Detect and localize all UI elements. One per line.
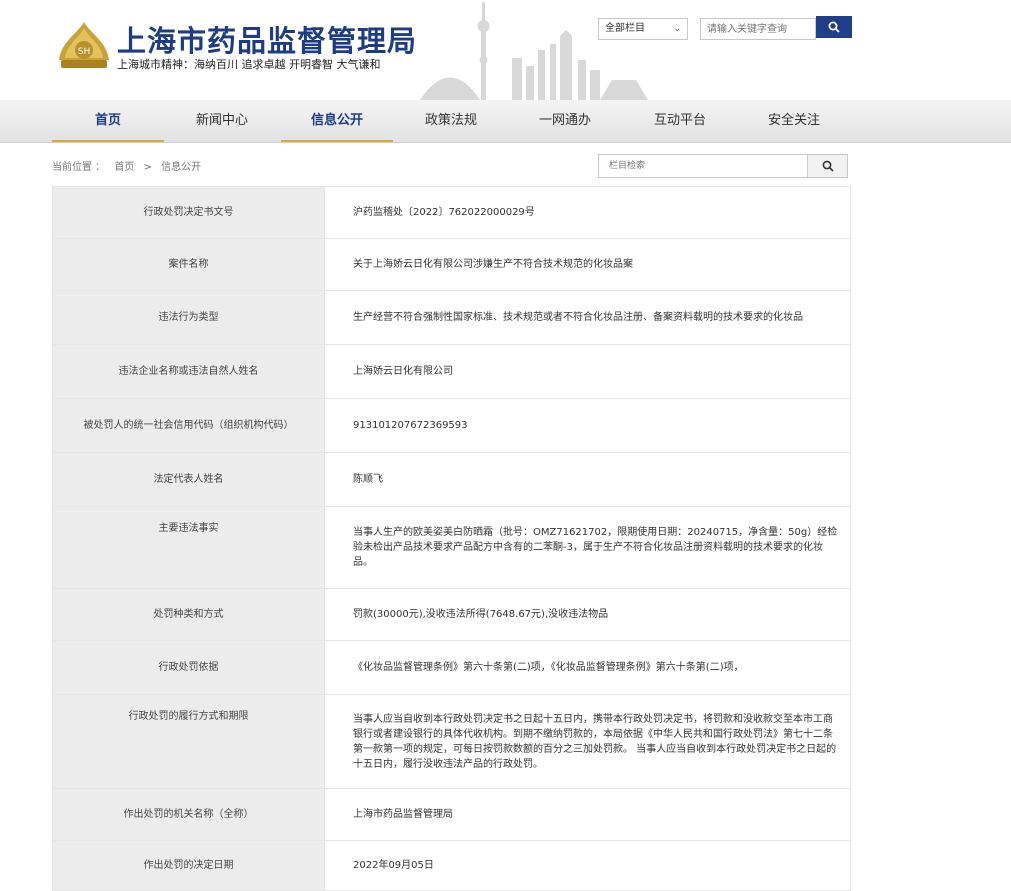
nav-item-safety[interactable]: 安全关注 [738, 100, 850, 142]
row-label: 作出处罚的机关名称（全称） [52, 788, 325, 841]
row-value: 当事人生产的欧美姿美白防晒霜（批号：OMZ71621702，限期使用日期：202… [324, 506, 851, 589]
svg-text:SH: SH [78, 47, 90, 57]
row-label: 法定代表人姓名 [52, 452, 325, 507]
search-icon [822, 160, 834, 172]
row-value: 罚款(30000元),没收违法所得(7648.67元),没收违法物品 [324, 588, 851, 641]
table-row: 作出处罚的机关名称（全称） 上海市药品监督管理局 [52, 788, 851, 841]
row-label: 被处罚人的统一社会信用代码（组织机构代码） [52, 398, 325, 453]
nav-item-info-disclosure[interactable]: 信息公开 [281, 100, 393, 142]
row-value: 2022年09月05日 [324, 840, 851, 891]
agency-emblem-icon[interactable]: SH [55, 20, 113, 70]
row-label: 违法行为类型 [52, 290, 325, 345]
row-value: 陈顺飞 [324, 452, 851, 507]
nav-item-policies[interactable]: 政策法规 [395, 100, 507, 142]
table-row: 行政处罚决定书文号 沪药监稽处〔2022〕762022000029号 [52, 186, 851, 239]
row-value: 沪药监稽处〔2022〕762022000029号 [324, 186, 851, 239]
site-header: SH 上海市药品监督管理局 上海城市精神：海纳百川 追求卓越 开明睿智 大气谦和… [0, 0, 1011, 100]
table-row: 被处罚人的统一社会信用代码（组织机构代码） 913101207672369593 [52, 398, 851, 453]
row-value: 当事人应当自收到本行政处罚决定书之日起十五日内，携带本行政处罚决定书，将罚款和没… [324, 694, 851, 789]
nav-item-online-services[interactable]: 一网通办 [509, 100, 621, 142]
row-label: 违法企业名称或违法自然人姓名 [52, 344, 325, 399]
nav-item-news[interactable]: 新闻中心 [166, 100, 278, 142]
breadcrumb-current[interactable]: 信息公开 [161, 162, 201, 173]
table-row: 行政处罚依据 《化妆品监督管理条例》第六十条第(二)项，《化妆品监督管理条例》第… [52, 640, 851, 695]
shanghai-skyline-icon [420, 2, 648, 100]
scope-select-value: 全部栏目 [605, 23, 645, 34]
table-row: 行政处罚的履行方式和期限 当事人应当自收到本行政处罚决定书之日起十五日内，携带本… [52, 694, 851, 789]
row-value: 上海市药品监督管理局 [324, 788, 851, 841]
row-label: 行政处罚决定书文号 [52, 186, 325, 239]
table-row: 作出处罚的决定日期 2022年09月05日 [52, 840, 851, 891]
row-value: 《化妆品监督管理条例》第六十条第(二)项，《化妆品监督管理条例》第六十条第(二)… [324, 640, 851, 695]
table-row: 主要违法事实 当事人生产的欧美姿美白防晒霜（批号：OMZ71621702，限期使… [52, 506, 851, 589]
chevron-down-icon: ⌄ [673, 24, 681, 34]
row-value: 上海娇云日化有限公司 [324, 344, 851, 399]
penalty-detail-table: 行政处罚决定书文号 沪药监稽处〔2022〕762022000029号 案件名称 … [52, 186, 851, 891]
nav-item-interaction[interactable]: 互动平台 [624, 100, 736, 142]
search-button[interactable] [816, 16, 852, 38]
row-value: 913101207672369593 [324, 398, 851, 453]
row-label: 作出处罚的决定日期 [52, 840, 325, 891]
table-row: 案件名称 关于上海娇云日化有限公司涉嫌生产不符合技术规范的化妆品案 [52, 238, 851, 291]
row-label: 处罚种类和方式 [52, 588, 325, 641]
breadcrumb: 当前位置 ： 首页 > 信息公开 [52, 158, 207, 173]
table-row: 违法企业名称或违法自然人姓名 上海娇云日化有限公司 [52, 344, 851, 399]
scope-select[interactable]: 全部栏目 ⌄ [598, 18, 688, 40]
row-label: 案件名称 [52, 238, 325, 291]
main-nav: 首页 新闻中心 信息公开 政策法规 一网通办 互动平台 安全关注 [0, 100, 1011, 143]
city-slogan: 上海城市精神：海纳百川 追求卓越 开明睿智 大气谦和 [117, 58, 381, 71]
row-value: 关于上海娇云日化有限公司涉嫌生产不符合技术规范的化妆品案 [324, 238, 851, 291]
row-label: 行政处罚的履行方式和期限 [52, 694, 325, 789]
column-search-button[interactable] [808, 154, 848, 178]
column-search-input[interactable] [598, 154, 808, 178]
site-title[interactable]: 上海市药品监督管理局 [117, 18, 417, 60]
breadcrumb-separator: > [143, 162, 152, 173]
breadcrumb-home-link[interactable]: 首页 [114, 162, 134, 173]
keyword-search-input[interactable] [700, 18, 816, 40]
row-label: 行政处罚依据 [52, 640, 325, 695]
row-value: 生产经营不符合强制性国家标准、技术规范或者不符合化妆品注册、备案资料载明的技术要… [324, 290, 851, 345]
breadcrumb-prefix: 当前位置 ： [52, 162, 106, 173]
search-icon [828, 21, 840, 33]
row-label: 主要违法事实 [52, 506, 325, 589]
nav-item-home[interactable]: 首页 [52, 100, 164, 142]
table-row: 处罚种类和方式 罚款(30000元),没收违法所得(7648.67元),没收违法… [52, 588, 851, 641]
table-row: 法定代表人姓名 陈顺飞 [52, 452, 851, 507]
table-row: 违法行为类型 生产经营不符合强制性国家标准、技术规范或者不符合化妆品注册、备案资… [52, 290, 851, 345]
